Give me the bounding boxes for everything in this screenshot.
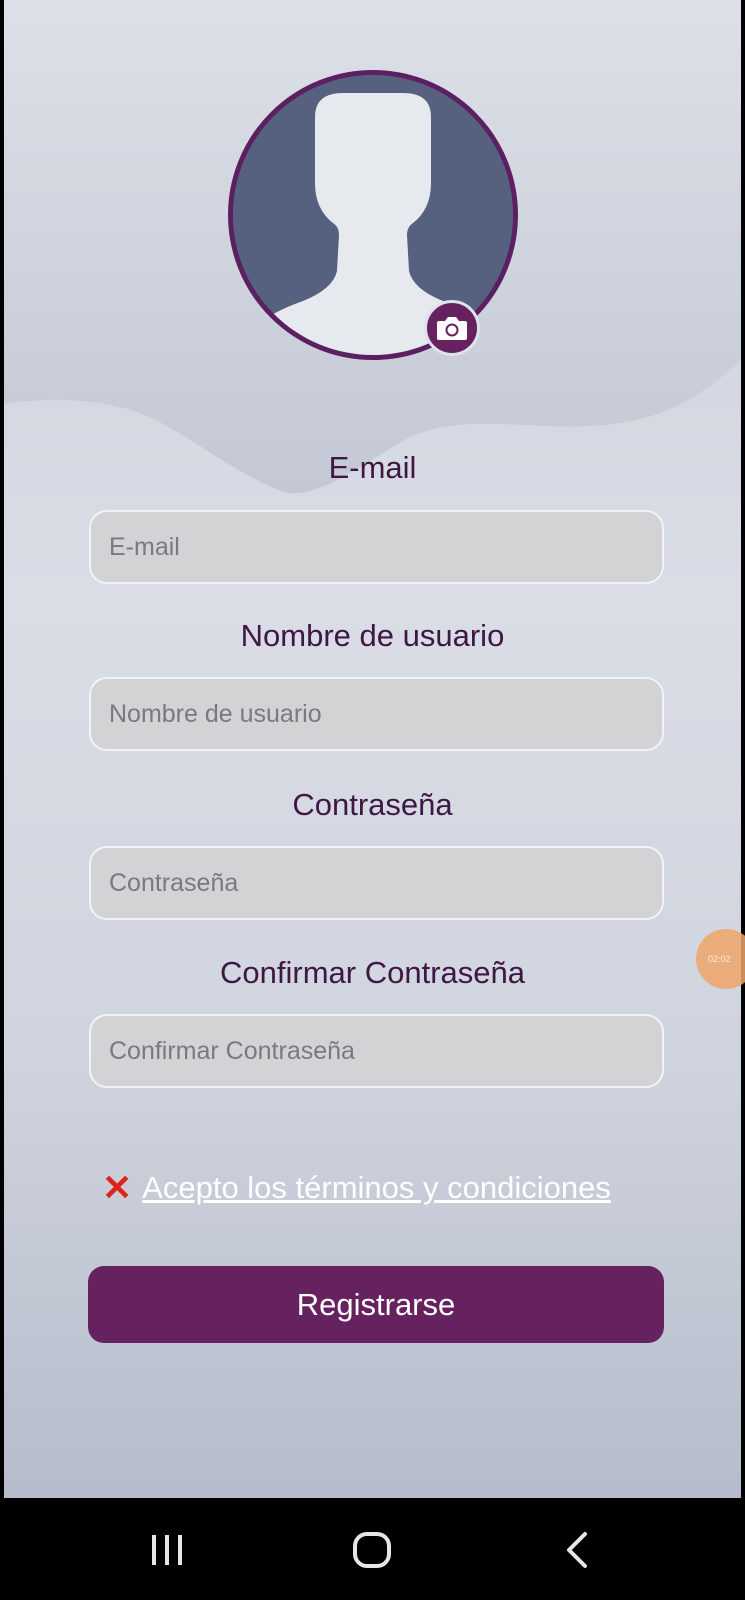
system-navbar [0,1498,745,1600]
cross-icon[interactable]: ✕ [102,1170,132,1206]
recents-icon [152,1535,182,1565]
home-button[interactable] [342,1520,402,1580]
confirm-password-label: Confirmar Contraseña [220,955,525,990]
register-screen: E-mail Nombre de usuario Contraseña Conf… [4,0,741,1498]
password-field[interactable] [89,846,664,920]
terms-link[interactable]: Acepto los términos y condiciones [142,1170,611,1206]
email-field[interactable] [89,510,664,584]
register-button[interactable]: Registrarse [88,1266,664,1343]
username-label: Nombre de usuario [240,618,505,653]
camera-icon [437,317,467,340]
recents-button[interactable] [137,1520,197,1580]
back-icon [567,1532,587,1568]
email-label: E-mail [328,450,417,485]
confirm-password-field[interactable] [89,1014,664,1088]
password-label: Contraseña [292,787,453,822]
back-button[interactable] [548,1520,608,1580]
terms-row[interactable]: ✕ Acepto los términos y condiciones [102,1170,611,1206]
username-field[interactable] [89,677,664,751]
floating-bubble-text: 02:02 [708,954,731,964]
change-photo-button[interactable] [424,300,480,356]
home-icon [353,1532,391,1568]
